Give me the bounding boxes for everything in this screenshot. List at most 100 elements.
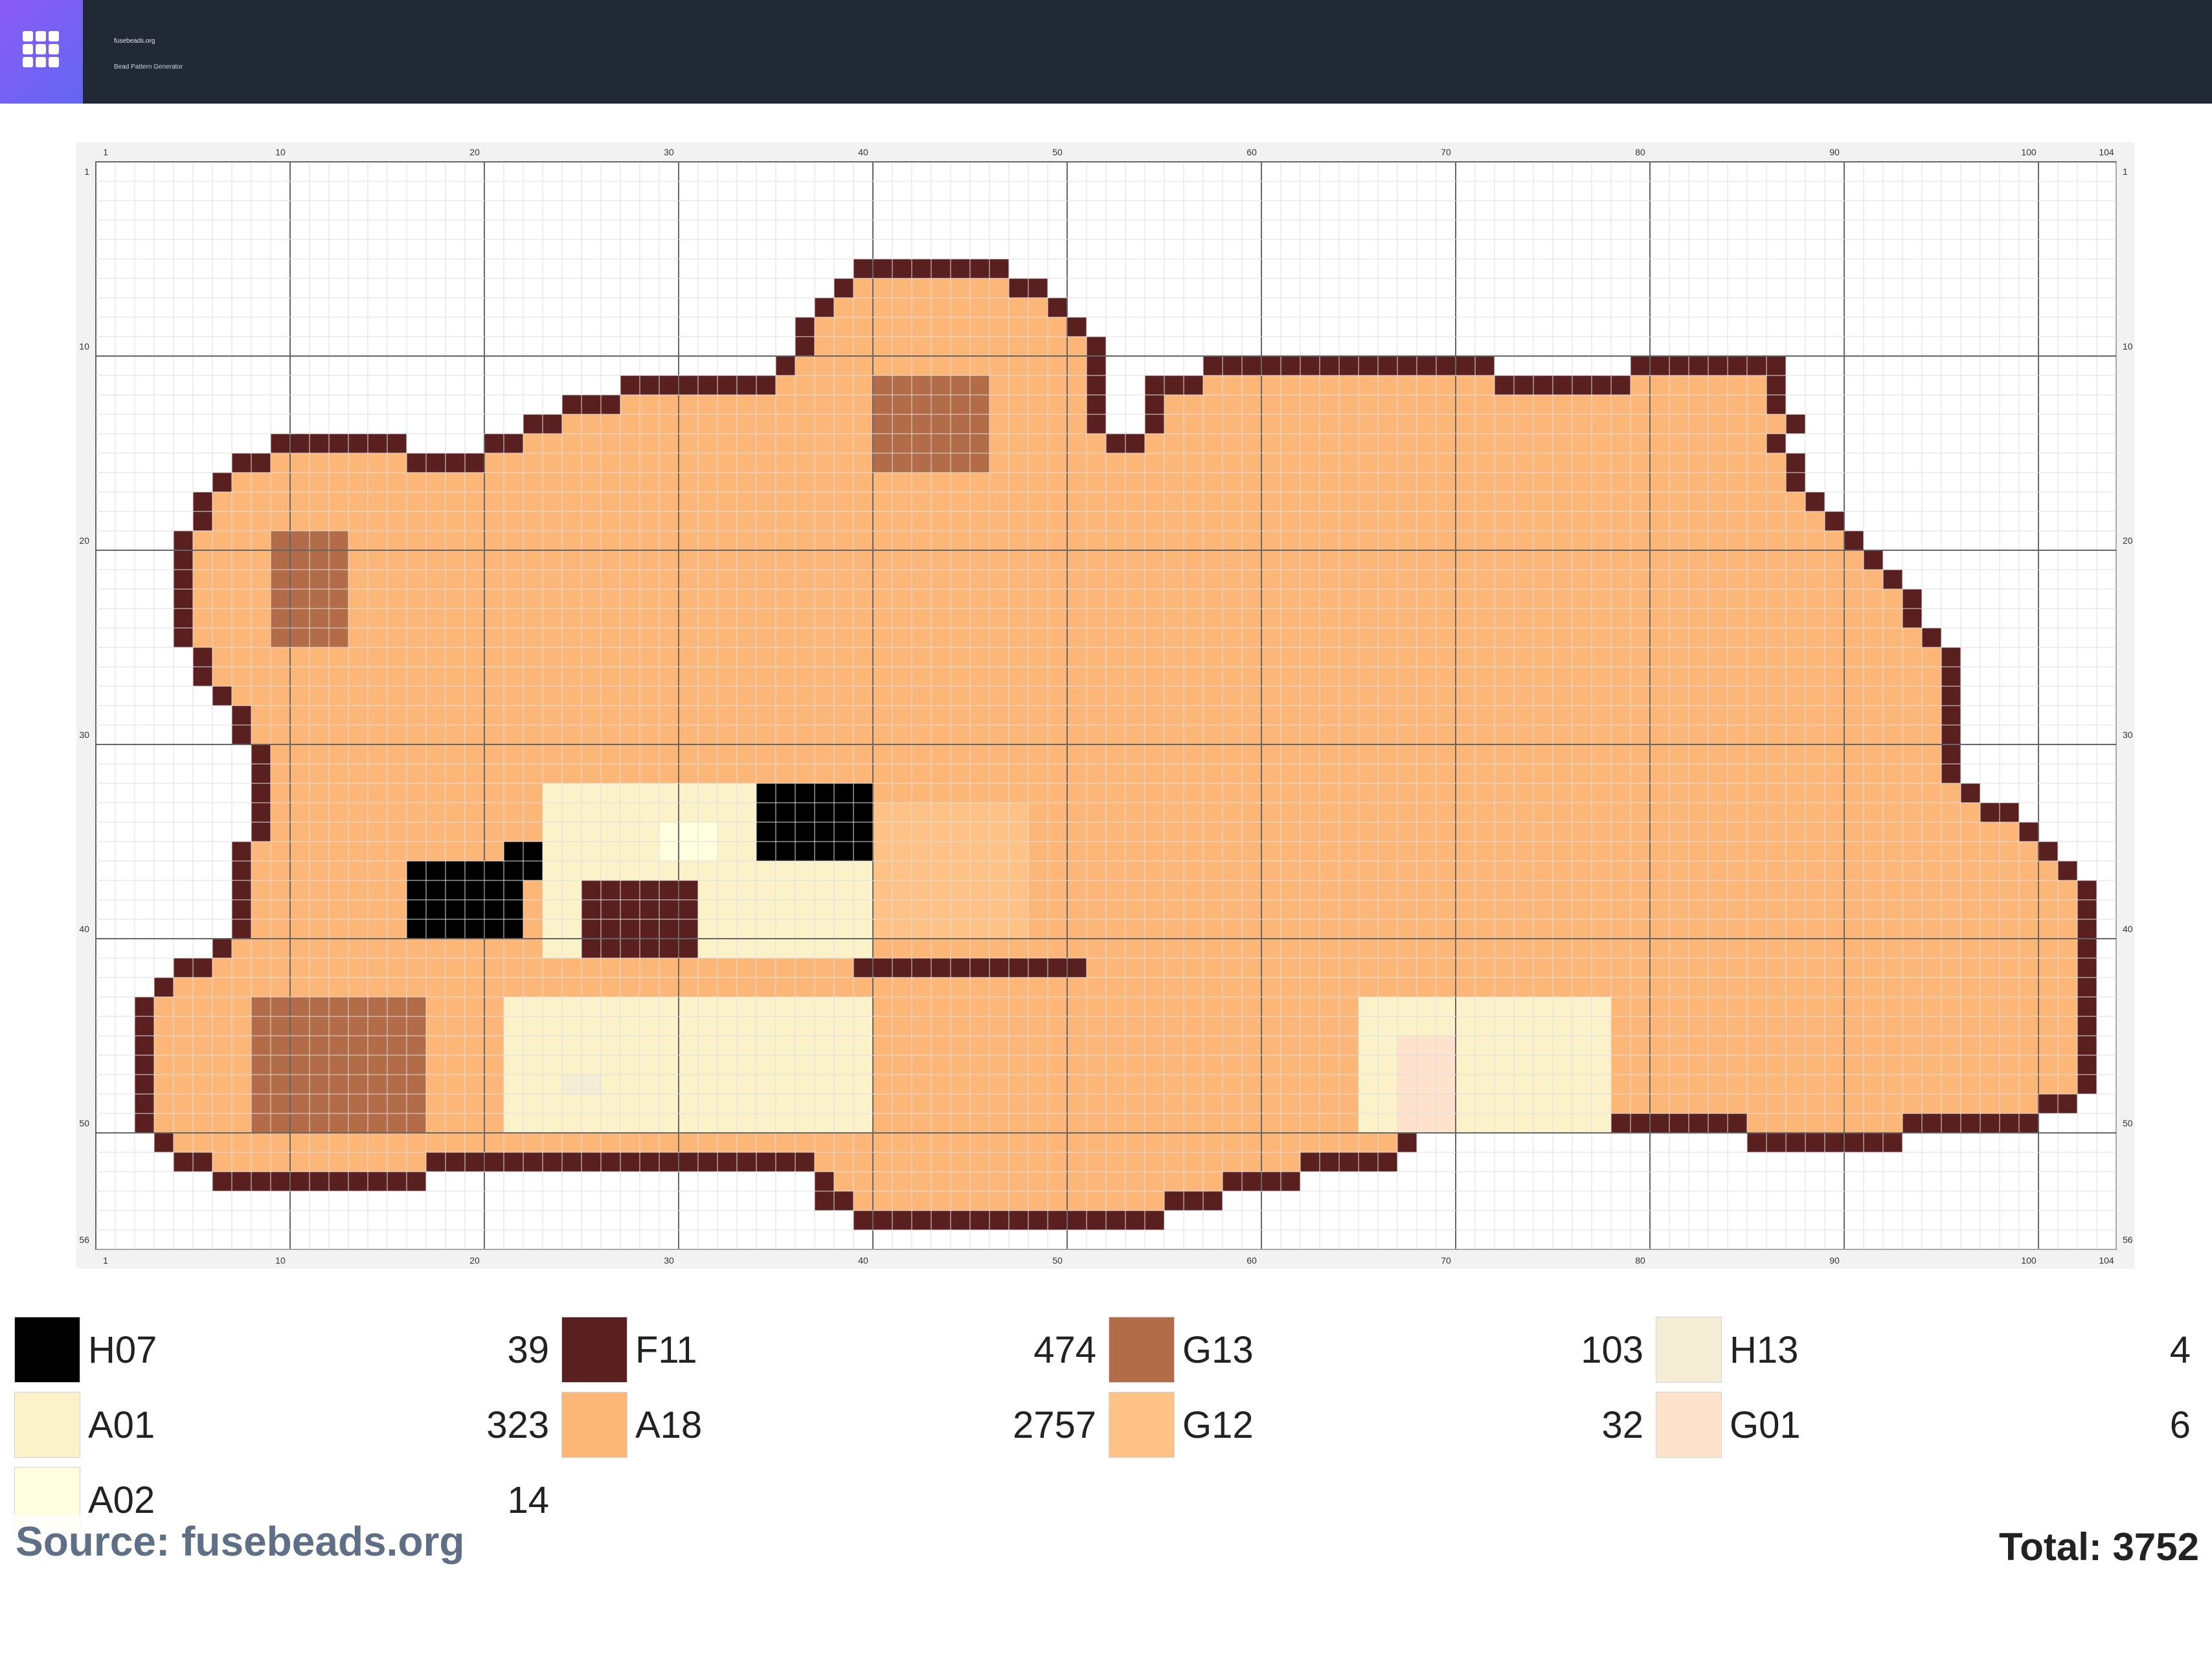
- bead-A01: [1514, 997, 1533, 1016]
- bead-A18: [523, 958, 543, 978]
- bead-A18: [853, 570, 873, 589]
- bead-A18: [1106, 1075, 1125, 1094]
- bead-A18: [446, 570, 465, 589]
- bead-A18: [271, 1152, 290, 1172]
- bead-A18: [1184, 434, 1203, 453]
- y-tick-label-left: 50: [79, 1118, 89, 1128]
- logo[interactable]: [0, 0, 83, 104]
- bead-A18: [1514, 647, 1533, 667]
- bead-A18: [1650, 939, 1669, 958]
- bead-A18: [329, 686, 348, 706]
- bead-A18: [1087, 550, 1106, 570]
- bead-A18: [776, 375, 795, 395]
- bead-A18: [465, 1036, 484, 1055]
- bead-A18: [892, 278, 912, 298]
- bead-A18: [1805, 958, 1825, 978]
- bead-A18: [1611, 744, 1631, 764]
- color-swatch: [14, 1317, 80, 1383]
- bead-A18: [1922, 978, 1941, 997]
- bead-A18: [873, 1113, 892, 1133]
- bead-A18: [1028, 880, 1048, 900]
- bead-A01: [834, 880, 853, 900]
- bead-A18: [543, 511, 562, 531]
- bead-A18: [251, 880, 271, 900]
- bead-A18: [1281, 395, 1300, 414]
- bead-A18: [1902, 1075, 1922, 1094]
- bead-A18: [2038, 1016, 2058, 1036]
- bead-A01: [1553, 1016, 1572, 1036]
- bead-F11: [174, 570, 193, 589]
- bead-A18: [1320, 900, 1339, 919]
- bead-A18: [1106, 550, 1125, 570]
- bead-A18: [717, 744, 737, 764]
- bead-A18: [1339, 803, 1359, 822]
- bead-A18: [1242, 783, 1261, 803]
- bead-A18: [1747, 492, 1766, 511]
- bead-A18: [1087, 803, 1106, 822]
- bead-A18: [1417, 375, 1436, 395]
- bead-A01: [737, 1075, 756, 1094]
- bead-A01: [562, 1113, 581, 1133]
- bead-A18: [1514, 434, 1533, 453]
- bead-A18: [1533, 978, 1553, 997]
- bead-A18: [1028, 667, 1048, 686]
- bead-A18: [1009, 356, 1028, 375]
- bead-A18: [795, 667, 815, 686]
- bead-F11: [1922, 628, 1941, 647]
- bead-A18: [1805, 531, 1825, 550]
- bead-A18: [2019, 978, 2038, 997]
- bead-A18: [1825, 978, 1844, 997]
- bead-A18: [640, 1133, 659, 1152]
- bead-A18: [1106, 978, 1125, 997]
- bead-A01: [776, 861, 795, 880]
- bead-A18: [1223, 1094, 1242, 1113]
- bead-A01: [1553, 1055, 1572, 1075]
- bead-A18: [1087, 531, 1106, 550]
- bead-F11: [251, 1172, 271, 1191]
- bead-F11: [1009, 958, 1028, 978]
- bead-A01: [717, 997, 737, 1016]
- bead-A18: [931, 628, 951, 647]
- bead-A18: [1359, 434, 1378, 453]
- bead-A18: [1009, 473, 1028, 492]
- bead-A18: [737, 958, 756, 978]
- bead-A18: [1747, 939, 1766, 958]
- bead-F11: [1359, 356, 1378, 375]
- bead-A18: [815, 628, 834, 647]
- bead-A18: [329, 803, 348, 822]
- bead-A01: [543, 822, 562, 842]
- bead-A18: [484, 1094, 504, 1113]
- bead-A18: [1106, 1133, 1125, 1152]
- bead-A18: [1359, 686, 1378, 706]
- bead-A01: [737, 1036, 756, 1055]
- bead-A18: [931, 1133, 951, 1152]
- bead-A18: [834, 958, 853, 978]
- bead-A18: [1844, 667, 1864, 686]
- bead-G13: [407, 1016, 426, 1036]
- bead-A18: [1320, 1036, 1339, 1055]
- bead-A18: [815, 531, 834, 550]
- bead-F11: [212, 473, 232, 492]
- bead-A18: [310, 880, 329, 900]
- bead-A18: [1320, 686, 1339, 706]
- bead-A18: [1514, 531, 1533, 550]
- bead-A18: [1436, 939, 1456, 958]
- bead-A18: [1028, 356, 1048, 375]
- bead-A18: [1650, 783, 1669, 803]
- bead-A18: [1669, 764, 1689, 783]
- bead-A01: [853, 861, 873, 880]
- bead-G13: [931, 414, 951, 434]
- bead-F11: [679, 375, 698, 395]
- bead-A01: [776, 900, 795, 919]
- bead-A18: [504, 725, 523, 744]
- bead-A18: [1902, 861, 1922, 880]
- bead-A18: [1825, 1016, 1844, 1036]
- bead-A18: [1067, 550, 1087, 570]
- bead-A18: [834, 764, 853, 783]
- bead-A18: [1631, 1094, 1650, 1113]
- bead-A18: [1145, 764, 1164, 783]
- bead-A18: [1941, 880, 1961, 900]
- bead-A18: [426, 647, 446, 667]
- bead-A18: [1456, 686, 1475, 706]
- bead-A18: [1436, 706, 1456, 725]
